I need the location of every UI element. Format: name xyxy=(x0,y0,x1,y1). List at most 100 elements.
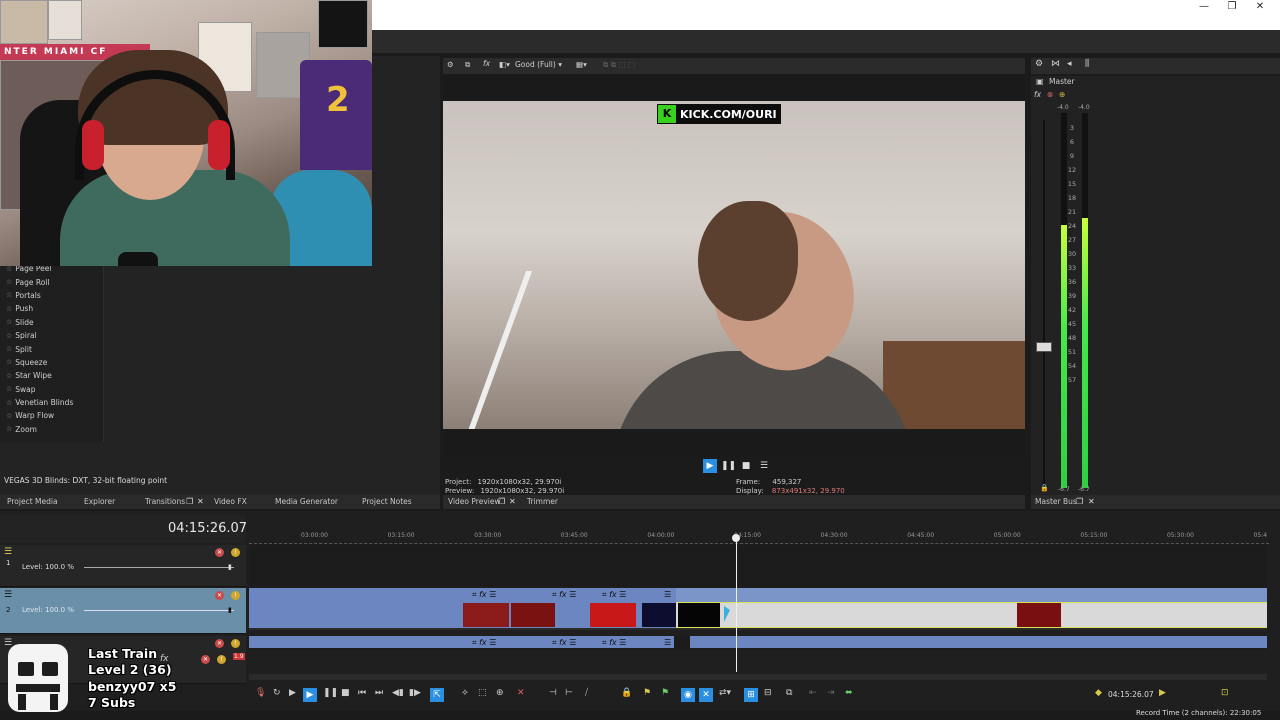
copy-snapshot-icon[interactable]: ⧉ ⧉ ⬚ ⬚ xyxy=(603,60,635,70)
solo-icon[interactable]: ! xyxy=(231,591,240,600)
track-1-level-slider[interactable] xyxy=(84,567,234,568)
fx-icon[interactable]: fx xyxy=(1034,90,1041,99)
level-slider-handle[interactable]: ▮ xyxy=(228,606,232,614)
snapping-icon[interactable]: ✕ xyxy=(699,688,713,702)
tab-media-generator[interactable]: Media Generator xyxy=(275,497,338,506)
crossfade-icon[interactable]: ⇄▾ xyxy=(719,688,731,698)
envelope-tool-icon[interactable]: ⟡ xyxy=(462,688,468,698)
quality-dropdown[interactable]: Good (Full) ▾ xyxy=(515,60,562,69)
tab-close-icon[interactable]: ✕ xyxy=(1088,497,1095,506)
menu-icon[interactable]: ☰ xyxy=(757,459,771,473)
split-view-icon[interactable]: ⧉ xyxy=(465,60,470,70)
video-clip-header[interactable] xyxy=(676,588,1267,602)
lock-icon[interactable]: 🔒 xyxy=(1040,484,1049,492)
tab-close-icon[interactable]: ✕ xyxy=(509,497,516,506)
tab-trimmer[interactable]: Trimmer xyxy=(527,497,558,506)
track-2-level-slider[interactable] xyxy=(84,610,234,611)
video-clip-selected[interactable] xyxy=(676,602,1267,628)
tab-explorer[interactable]: Explorer xyxy=(84,497,115,506)
tab-master-bus[interactable]: Master Bus xyxy=(1035,497,1077,506)
tab-transitions[interactable]: Transitions xyxy=(145,497,185,506)
track-header-1[interactable]: ☰ 1 Level: 100.0 % ▮ ✕ ! xyxy=(0,545,246,587)
mixer-icon[interactable]: ⫼ xyxy=(1085,59,1089,69)
auto-crossfade-icon[interactable]: ⊞ xyxy=(744,688,758,702)
master-checkbox-icon[interactable]: ▣ xyxy=(1036,77,1044,86)
tab-float-icon[interactable]: ❐ xyxy=(1076,497,1083,506)
tab-close-icon[interactable]: ✕ xyxy=(197,497,204,506)
tab-project-media[interactable]: Project Media xyxy=(7,497,58,506)
close-button[interactable]: ✕ xyxy=(1244,0,1276,14)
solo-icon[interactable]: ! xyxy=(231,639,240,648)
pause-button[interactable]: ❚❚ xyxy=(721,459,736,473)
clip-crop-fx-icons[interactable]: ⌗ fx ☰ xyxy=(602,590,626,600)
cursor-marker-icon[interactable]: ◆ xyxy=(1095,688,1102,698)
transition-item[interactable]: ☆ Portals xyxy=(0,289,103,302)
play-button[interactable]: ▶ xyxy=(703,459,717,473)
record-icon[interactable]: 🎙 xyxy=(255,688,266,698)
transition-item[interactable]: ☆ Split xyxy=(0,342,103,355)
transition-item[interactable]: ☆ Page Roll xyxy=(0,275,103,288)
tab-float-icon[interactable]: ❐ xyxy=(186,497,193,506)
solo-icon[interactable]: ⊕ xyxy=(1059,90,1065,99)
marker-icon[interactable]: ⚑ xyxy=(643,688,651,698)
mute-icon[interactable]: ✕ xyxy=(215,639,224,648)
gear-icon[interactable]: ⚙ xyxy=(447,60,454,69)
split-icon[interactable]: ⧸ xyxy=(585,688,588,698)
transition-item[interactable]: ☆ Squeeze xyxy=(0,356,103,369)
downmix-icon[interactable]: ⋈ xyxy=(1051,59,1060,69)
delete-icon[interactable]: ✕ xyxy=(517,688,525,698)
tab-video-fx[interactable]: Video FX xyxy=(214,497,247,506)
region-icon[interactable]: ⚑ xyxy=(661,688,669,698)
mute-icon[interactable]: ✕ xyxy=(215,548,224,557)
edit-tool-icon[interactable]: ⇱ xyxy=(430,688,444,702)
gear-icon[interactable]: ⚙ xyxy=(1035,59,1043,69)
transition-item[interactable]: ☆ Swap xyxy=(0,383,103,396)
pause-icon[interactable]: ❚❚ xyxy=(323,688,338,698)
speaker-icon[interactable]: ◂ xyxy=(1067,59,1072,69)
level-slider-handle[interactable]: ▮ xyxy=(228,563,232,571)
transition-item[interactable]: ☆ Slide xyxy=(0,316,103,329)
tab-video-preview[interactable]: Video Preview xyxy=(448,497,501,506)
transition-item[interactable]: ☆ Spiral xyxy=(0,329,103,342)
mute-icon[interactable]: ✕ xyxy=(215,591,224,600)
solo-icon[interactable]: ! xyxy=(217,655,226,664)
loop-icon[interactable]: ↻ xyxy=(273,688,281,698)
selection-tool-icon[interactable]: ⬚ xyxy=(478,688,487,698)
stop-button[interactable]: ■ xyxy=(739,459,753,473)
track-header-2[interactable]: ☰ 2 Level: 100.0 % ▮ ✕ ! xyxy=(0,588,246,634)
transition-item[interactable]: ☆ Star Wipe xyxy=(0,369,103,382)
clip-crop-fx-icons[interactable]: ⌗ fx ☰ xyxy=(552,638,576,648)
trim-end-icon[interactable]: ⊢ xyxy=(565,688,573,698)
solo-icon[interactable]: ! xyxy=(231,548,240,557)
clip-crop-fx-icons[interactable]: ⌗ fx ☰ xyxy=(552,590,576,600)
fx-icon[interactable]: fx xyxy=(483,59,490,68)
track-menu-icon[interactable]: ☰ xyxy=(4,590,12,600)
master-fader[interactable] xyxy=(1036,342,1052,352)
transition-item[interactable]: ☆ Zoom xyxy=(0,423,103,436)
clip-crop-fx-icons[interactable]: ⌗ fx ☰ xyxy=(472,638,496,648)
audio-clip[interactable] xyxy=(690,636,1267,648)
trim-start-icon[interactable]: ⊣ xyxy=(549,688,557,698)
prev-frame-icon[interactable]: ◀▮ xyxy=(392,688,404,698)
render-icon[interactable]: ⬌ xyxy=(845,688,853,698)
clip-menu-icon[interactable]: ☰ xyxy=(664,590,671,599)
transition-item[interactable]: ☆ Push xyxy=(0,302,103,315)
next-frame-icon[interactable]: ▮▶ xyxy=(409,688,421,698)
event-icon[interactable]: ⧉ xyxy=(786,688,792,698)
lock-icon[interactable]: 🔒 xyxy=(621,688,632,698)
zoom-tool-icon[interactable]: ⊕ xyxy=(496,688,504,698)
overlay-icon[interactable]: ◧▾ xyxy=(499,60,510,69)
tab-float-icon[interactable]: ❐ xyxy=(498,497,505,506)
mute-icon[interactable]: ✕ xyxy=(201,655,210,664)
track-menu-icon[interactable]: ☰ xyxy=(4,547,12,557)
playhead-handle[interactable] xyxy=(732,534,740,542)
timeline-scrollbar[interactable] xyxy=(249,674,1267,680)
play-icon[interactable]: ▶ xyxy=(303,688,317,702)
transition-item[interactable]: ☆ Warp Flow xyxy=(0,409,103,422)
nudge-left-icon[interactable]: ⇤ xyxy=(809,688,817,698)
auto-ripple-icon[interactable]: ◉ xyxy=(681,688,695,702)
clip-menu-icon[interactable]: ☰ xyxy=(664,638,671,647)
playhead[interactable] xyxy=(736,537,737,672)
group-icon[interactable]: ⊟ xyxy=(764,688,772,698)
grid-icon[interactable]: ▦▾ xyxy=(576,60,587,69)
